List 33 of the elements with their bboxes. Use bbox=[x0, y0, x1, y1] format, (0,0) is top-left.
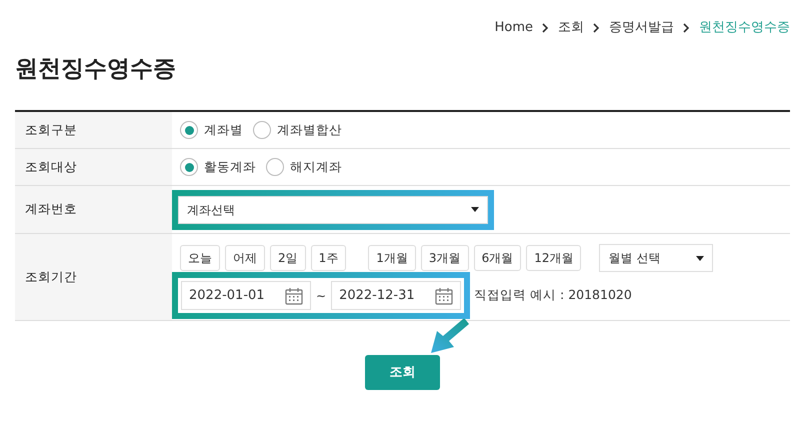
chevron-icon bbox=[542, 22, 549, 33]
page-title: 원천징수영수증 bbox=[15, 55, 176, 84]
field-label: 조회대상 bbox=[25, 158, 77, 176]
dropdown-caret-icon bbox=[696, 256, 704, 260]
month-select[interactable]: 월별 선택 bbox=[599, 244, 714, 272]
breadcrumb-item[interactable]: 증명서발급 bbox=[609, 18, 674, 38]
period-button[interactable]: 12개월 bbox=[526, 245, 582, 271]
chevron-icon bbox=[683, 22, 690, 33]
field-label: 조회구분 bbox=[25, 120, 77, 139]
period-button[interactable]: 오늘 bbox=[180, 245, 220, 271]
period-button[interactable]: 6개월 bbox=[474, 245, 522, 271]
period-button[interactable]: 2일 bbox=[270, 245, 306, 271]
chevron-icon bbox=[593, 22, 600, 33]
field-label: 계좌번호 bbox=[25, 200, 77, 218]
date-field[interactable]: 2022-01-01 bbox=[181, 281, 311, 310]
field-label: 조회기간 bbox=[25, 268, 77, 286]
breadcrumb-item[interactable]: 조회 bbox=[558, 18, 584, 38]
radio-option[interactable]: 계좌별합산 bbox=[253, 120, 342, 140]
radio-option[interactable]: 계좌별 bbox=[180, 120, 243, 140]
range-separator: ~ bbox=[315, 288, 328, 304]
period-button[interactable]: 1개월 bbox=[368, 245, 416, 271]
dropdown-caret-icon bbox=[471, 207, 479, 212]
radio-option[interactable]: 해지계좌 bbox=[266, 158, 342, 176]
period-button[interactable]: 1주 bbox=[310, 245, 346, 271]
account-select[interactable]: 계좌선택 bbox=[178, 196, 488, 224]
period-button[interactable]: 3개월 bbox=[420, 245, 469, 271]
radio-option[interactable]: 활동계좌 bbox=[180, 158, 256, 176]
breadcrumb-item[interactable]: Home bbox=[494, 18, 533, 38]
calendar-icon bbox=[435, 286, 454, 304]
calendar-icon bbox=[285, 286, 303, 304]
input-hint: 직접입력 예시 : 20181020 bbox=[474, 286, 632, 304]
date-field[interactable]: 2022-12-31 bbox=[331, 281, 462, 310]
period-button[interactable]: 어제 bbox=[225, 245, 265, 271]
